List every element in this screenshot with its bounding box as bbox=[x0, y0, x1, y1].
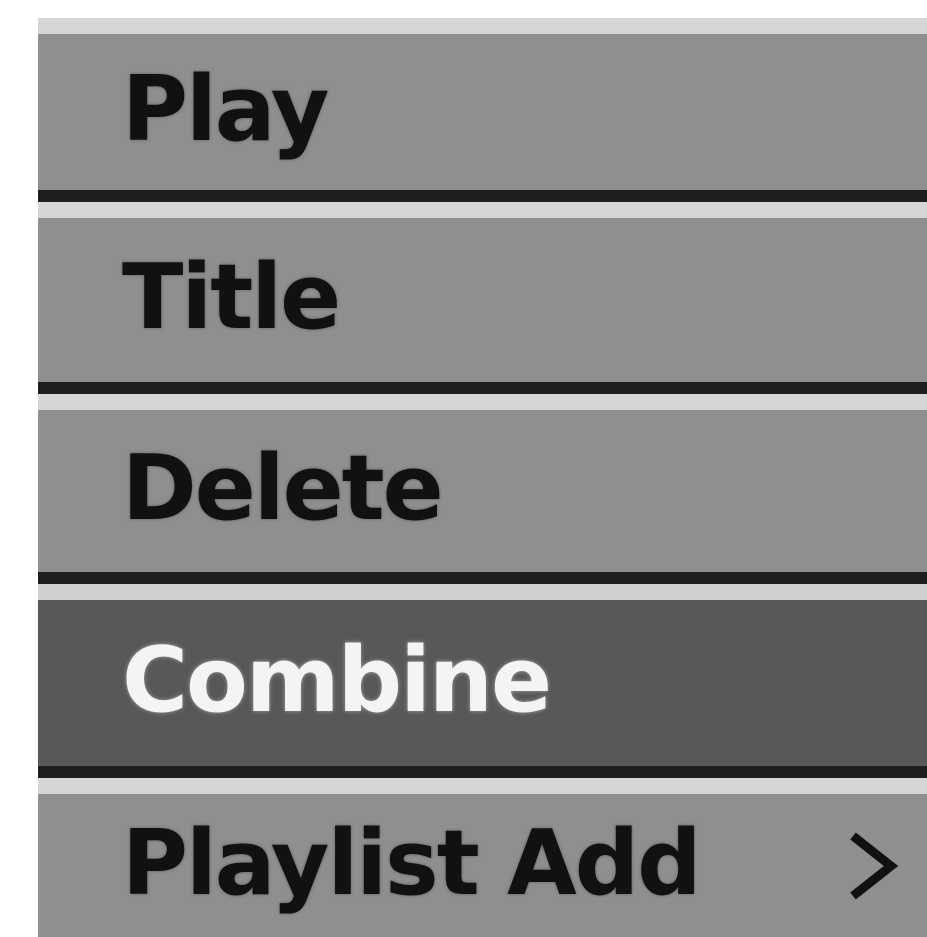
menu-item-title[interactable]: Title bbox=[38, 202, 927, 394]
chevron-right-icon bbox=[845, 830, 899, 902]
menu-item-label: Combine bbox=[122, 628, 552, 734]
menu-item-label: Title bbox=[122, 245, 341, 351]
context-menu: Play Title Delete Combine Playlist Add bbox=[38, 18, 927, 937]
menu-item-combine[interactable]: Combine bbox=[38, 584, 927, 778]
menu-item-label: Delete bbox=[122, 436, 444, 542]
menu-item-label: Playlist Add bbox=[122, 810, 702, 916]
menu-item-delete[interactable]: Delete bbox=[38, 394, 927, 584]
menu-item-playlist-add[interactable]: Playlist Add bbox=[38, 778, 927, 937]
menu-item-label: Play bbox=[122, 57, 329, 163]
menu-item-play[interactable]: Play bbox=[38, 18, 927, 202]
